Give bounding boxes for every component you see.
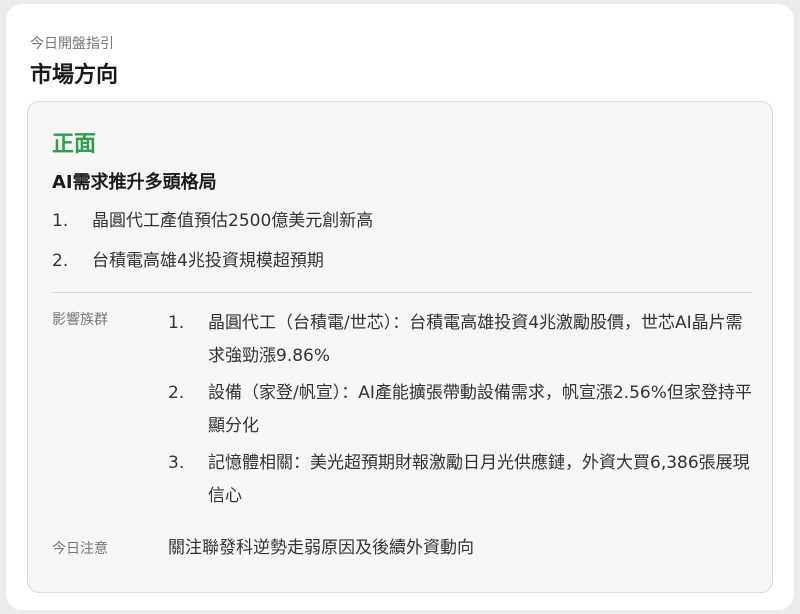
impact-item-number: 3. bbox=[168, 453, 185, 473]
market-direction-card: 今日開盤指引 市場方向 正面 AI需求推升多頭格局 1. 晶圓代工產值預估250… bbox=[6, 4, 794, 610]
impact-item: 2. 設備（家登/帆宣）：AI產能擴張帶動設備需求，帆宣漲2.56%但家登持平顯… bbox=[168, 377, 758, 443]
impact-list: 1. 晶圓代工（台積電/世芯）：台積電高雄投資4兆激勵股價，世芯AI晶片需求強勁… bbox=[168, 307, 758, 517]
impact-item-text: 記憶體相關：美光超預期財報激勵日月光供應鏈，外資大買6,386張展現信心 bbox=[208, 453, 750, 506]
sentiment-label: 正面 bbox=[52, 132, 97, 157]
note-label: 今日注意 bbox=[52, 541, 108, 557]
card-eyebrow: 今日開盤指引 bbox=[30, 36, 114, 52]
impact-item: 3. 記憶體相關：美光超預期財報激勵日月光供應鏈，外資大買6,386張展現信心 bbox=[168, 447, 758, 513]
key-point: 1. 晶圓代工產值預估2500億美元創新高 bbox=[52, 206, 752, 246]
card-title: 市場方向 bbox=[30, 63, 119, 88]
impact-item-text: 設備（家登/帆宣）：AI產能擴張帶動設備需求，帆宣漲2.56%但家登持平顯分化 bbox=[208, 383, 752, 436]
impact-item-text: 晶圓代工（台積電/世芯）：台積電高雄投資4兆激勵股價，世芯AI晶片需求強勁漲9.… bbox=[208, 313, 743, 366]
note-text: 關注聯發科逆勢走弱原因及後續外資動向 bbox=[168, 538, 474, 558]
key-point-number: 1. bbox=[52, 211, 69, 231]
impact-label: 影響族群 bbox=[52, 312, 108, 328]
impact-item-number: 2. bbox=[168, 383, 185, 403]
key-point-text: 晶圓代工產值預估2500億美元創新高 bbox=[92, 211, 374, 231]
key-points-list: 1. 晶圓代工產值預估2500億美元創新高 2. 台積電高雄4兆投資規模超預期 bbox=[52, 206, 752, 286]
section-divider bbox=[52, 292, 752, 293]
impact-item: 1. 晶圓代工（台積電/世芯）：台積電高雄投資4兆激勵股價，世芯AI晶片需求強勁… bbox=[168, 307, 758, 373]
direction-panel: 正面 AI需求推升多頭格局 1. 晶圓代工產值預估2500億美元創新高 2. 台… bbox=[27, 101, 773, 593]
direction-headline: AI需求推升多頭格局 bbox=[52, 172, 217, 193]
key-point-number: 2. bbox=[52, 251, 69, 271]
impact-item-number: 1. bbox=[168, 313, 185, 333]
key-point: 2. 台積電高雄4兆投資規模超預期 bbox=[52, 246, 752, 286]
key-point-text: 台積電高雄4兆投資規模超預期 bbox=[92, 251, 324, 271]
